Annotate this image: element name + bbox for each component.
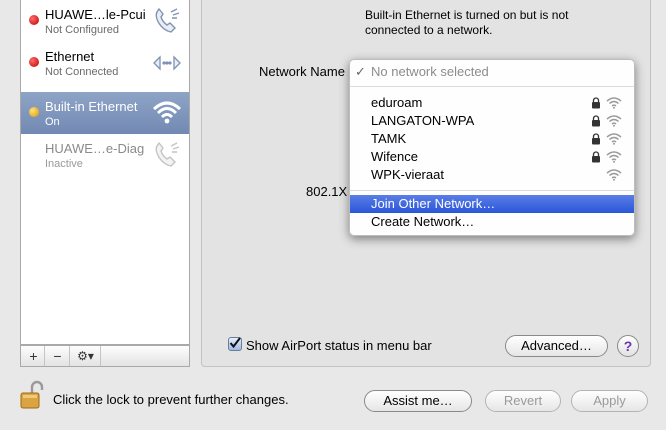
service-name: HUAWE…le-Pcui [45, 7, 146, 22]
service-name: Ethernet [45, 49, 95, 64]
apply-button[interactable]: Apply [571, 390, 648, 412]
lock-instructions: Click the lock to prevent further change… [53, 392, 289, 407]
menu-item-network[interactable]: Wifence [350, 148, 634, 166]
wifi-signal-icon [606, 133, 622, 145]
assist-me-button[interactable]: Assist me… [364, 390, 472, 412]
status-dot-yellow [29, 107, 39, 117]
service-status: On [45, 116, 60, 128]
lock-icon [592, 115, 600, 127]
service-status: Inactive [45, 158, 83, 170]
help-button[interactable]: ? [617, 335, 639, 357]
lock-icon [592, 151, 600, 163]
phone-icon [155, 141, 180, 167]
service-item-huawei-diag[interactable]: HUAWE…e-Diag Inactive [21, 134, 189, 176]
network-name-label: Network Name [259, 64, 345, 79]
wifi-icon [152, 101, 182, 124]
revert-button[interactable]: Revert [485, 390, 561, 412]
unlocked-padlock-icon[interactable] [20, 380, 46, 410]
service-list-toolbar: + − ⚙▾ [20, 345, 190, 367]
network-name: Wifence [371, 149, 418, 164]
menu-item-network[interactable]: WPK-vieraat [350, 166, 634, 184]
connection-status-text: Built-in Ethernet is turned on but is no… [365, 8, 569, 37]
network-name-menu[interactable]: ✓ No network selected eduroam LANGATON-W… [349, 59, 635, 236]
lock-icon [592, 133, 600, 145]
menu-item-label: Join Other Network… [371, 196, 496, 211]
checkmark-icon: ✓ [355, 64, 366, 79]
menu-item-network[interactable]: TAMK [350, 130, 634, 148]
phone-icon [155, 7, 180, 33]
status-dot-red [29, 57, 39, 67]
menu-separator [350, 190, 634, 191]
show-airport-status-checkbox[interactable] [228, 337, 242, 351]
network-name: LANGATON-WPA [371, 113, 475, 128]
wifi-signal-icon [606, 169, 622, 181]
menu-item-create-network[interactable]: Create Network… [350, 213, 634, 231]
menu-separator [350, 86, 634, 87]
lock-icon [592, 97, 600, 109]
advanced-button[interactable]: Advanced… [505, 335, 608, 357]
network-name: WPK-vieraat [371, 167, 444, 182]
menu-item-network[interactable]: LANGATON-WPA [350, 112, 634, 130]
service-status: Not Connected [45, 66, 119, 78]
menu-item-label: Create Network… [371, 214, 475, 229]
menu-item-network[interactable]: eduroam [350, 94, 634, 112]
status-dot-red [29, 15, 39, 25]
gear-menu-button[interactable]: ⚙▾ [71, 346, 101, 366]
service-name: Built-in Ethernet [45, 99, 138, 114]
wifi-signal-icon [606, 97, 622, 109]
wifi-signal-icon [606, 151, 622, 163]
label-8021x: 802.1X [306, 184, 348, 199]
service-status: Not Configured [45, 24, 119, 36]
menu-item-label: No network selected [371, 64, 489, 79]
service-item-ethernet[interactable]: Ethernet Not Connected [21, 42, 189, 84]
checkmark-icon [229, 337, 241, 349]
remove-service-button[interactable]: − [46, 346, 70, 366]
network-name: TAMK [371, 131, 407, 146]
service-name: HUAWE…e-Diag [45, 141, 145, 156]
wifi-signal-icon [606, 115, 622, 127]
add-service-button[interactable]: + [23, 346, 45, 366]
service-item-built-in-ethernet[interactable]: Built-in Ethernet On [21, 92, 189, 134]
menu-item-join-other-network[interactable]: Join Other Network… [350, 195, 634, 213]
service-item-huawei-pcui[interactable]: HUAWE…le-Pcui Not Configured [21, 0, 189, 42]
service-list[interactable]: HUAWE…le-Pcui Not Configured Ethernet No… [20, 0, 190, 345]
network-name: eduroam [371, 95, 423, 110]
ethernet-arrows-icon [153, 55, 181, 71]
menu-item-no-network[interactable]: ✓ No network selected [350, 63, 634, 81]
show-airport-status-label: Show AirPort status in menu bar [246, 338, 432, 353]
